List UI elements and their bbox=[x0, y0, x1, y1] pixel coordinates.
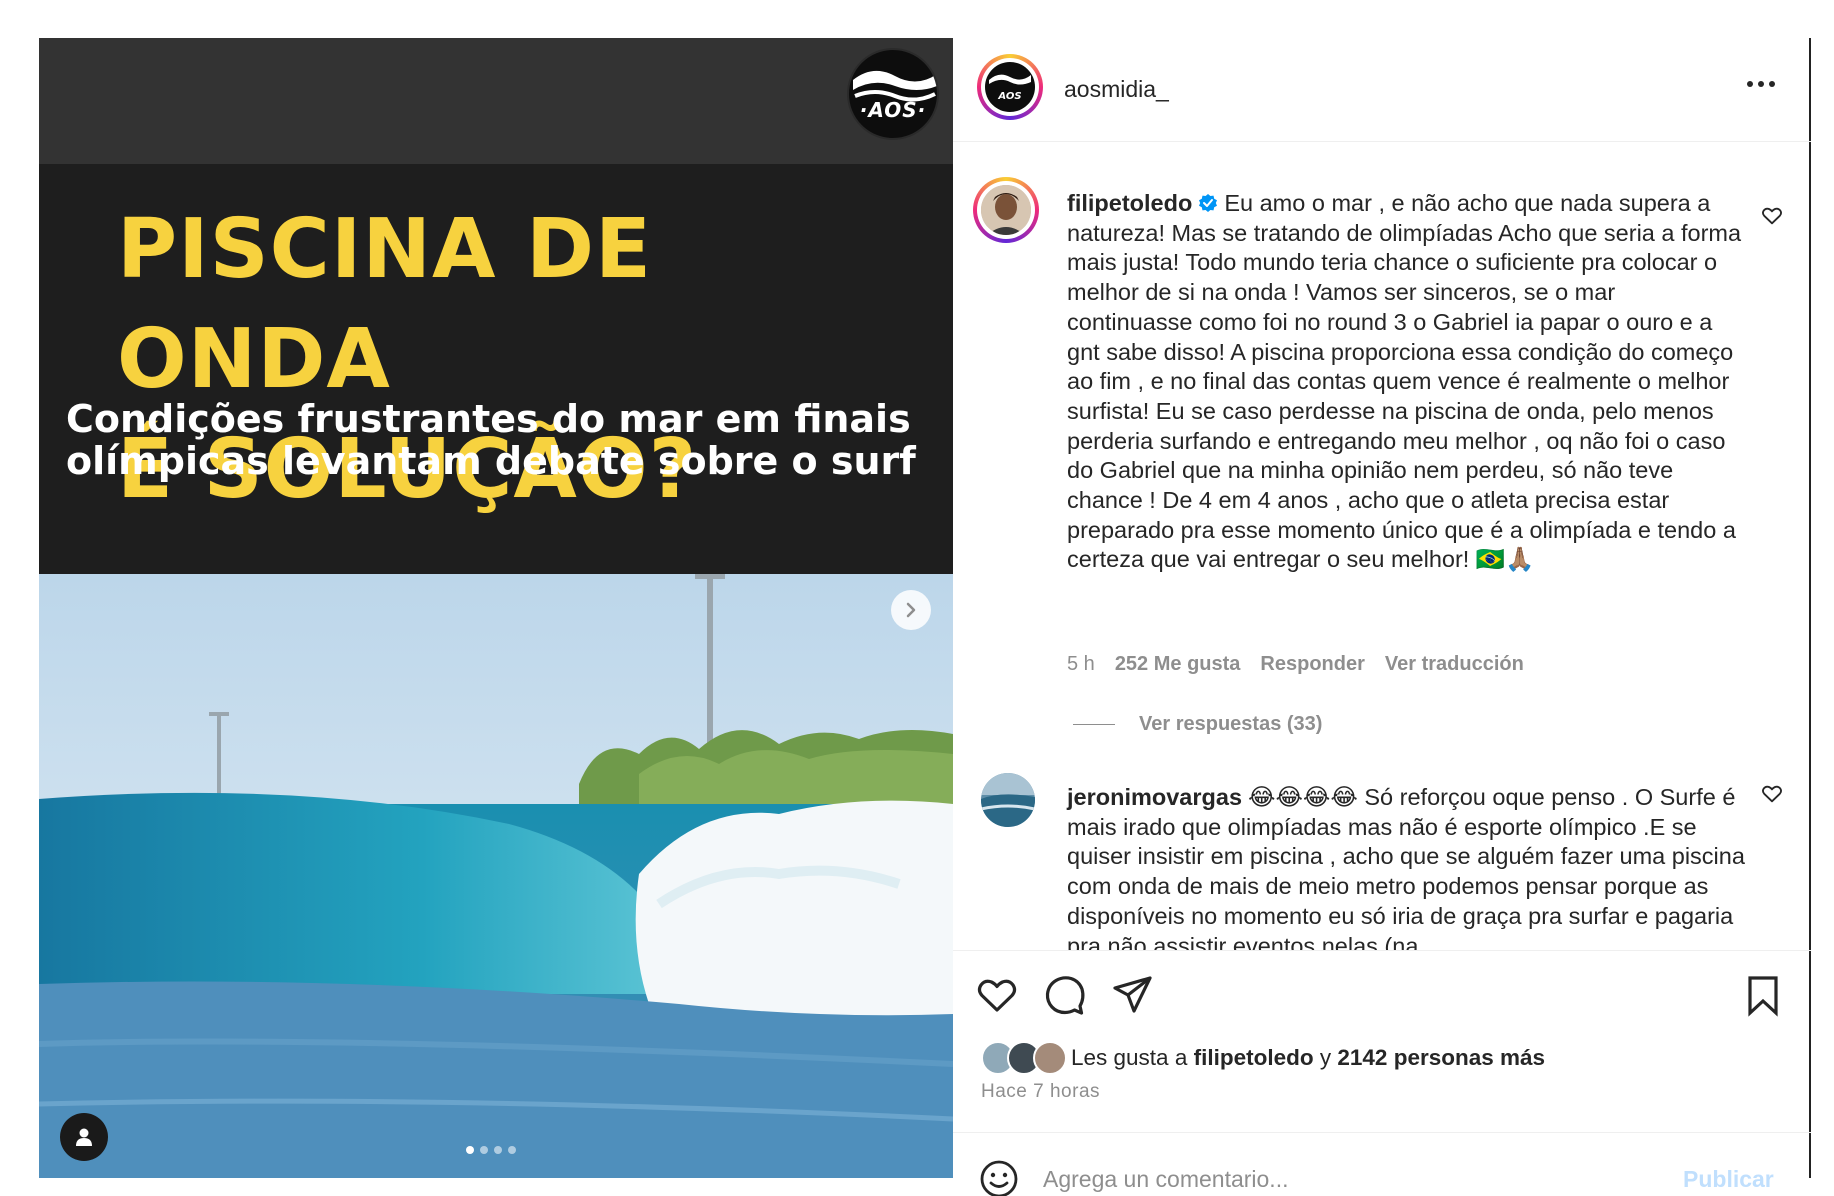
comment-text: Eu amo o mar , e não acho que nada super… bbox=[1067, 190, 1742, 573]
comment-username[interactable]: filipetoledo bbox=[1067, 190, 1192, 216]
likes-user[interactable]: filipetoledo bbox=[1194, 1045, 1314, 1071]
chevron-right-icon bbox=[906, 602, 916, 618]
author-username[interactable]: aosmidia_ bbox=[1064, 76, 1169, 103]
publish-button[interactable]: Publicar bbox=[1683, 1166, 1774, 1193]
post-timestamp: Hace 7 horas bbox=[981, 1081, 1101, 1102]
comment-input[interactable] bbox=[1043, 1161, 1643, 1196]
post-details-panel: AOS aosmidia_ filipetoledo Eu amo o mar … bbox=[953, 38, 1811, 1196]
carousel-dot bbox=[466, 1146, 474, 1154]
wave-pool-photo bbox=[39, 574, 953, 1178]
comment-time: 5 h bbox=[1067, 653, 1095, 675]
carousel-indicator bbox=[466, 1146, 516, 1154]
verified-badge-icon bbox=[1199, 194, 1218, 212]
more-options-icon[interactable] bbox=[1743, 74, 1779, 94]
like-heart-icon[interactable] bbox=[975, 973, 1019, 1017]
likes-summary[interactable]: Les gusta a filipetoledo y 2142 personas… bbox=[981, 1041, 1545, 1075]
logo-text: ·AOS· bbox=[859, 98, 927, 122]
tagged-users-button[interactable] bbox=[60, 1113, 108, 1161]
post-media[interactable]: ·AOS· PISCINA DE ONDA É SOLUÇÃO? Condiçõ… bbox=[39, 38, 953, 1178]
post-actions: Les gusta a filipetoledo y 2142 personas… bbox=[953, 950, 1811, 1132]
likes-conj: y bbox=[1319, 1045, 1332, 1070]
view-replies-label: Ver respuestas (33) bbox=[1139, 713, 1323, 735]
liker-avatar bbox=[1033, 1041, 1067, 1075]
user-icon bbox=[76, 1128, 92, 1146]
media-top-band bbox=[39, 38, 953, 164]
commenter-avatar[interactable] bbox=[981, 773, 1035, 827]
comment-username[interactable]: jeronimovargas bbox=[1067, 784, 1242, 810]
comment-meta: 5 h 252 Me gusta Responder Ver traducció… bbox=[1067, 653, 1524, 676]
carousel-dot bbox=[494, 1146, 502, 1154]
aos-logo: ·AOS· bbox=[847, 48, 939, 140]
liker-avatars bbox=[981, 1041, 1071, 1075]
post-header: AOS aosmidia_ bbox=[953, 38, 1811, 142]
save-bookmark-icon[interactable] bbox=[1741, 973, 1785, 1017]
share-send-icon[interactable] bbox=[1111, 973, 1155, 1017]
post-subhead: Condições frustrantes do mar em finais o… bbox=[66, 397, 916, 483]
translate-button[interactable]: Ver traducción bbox=[1385, 653, 1524, 676]
emoji-icon[interactable] bbox=[979, 1159, 1019, 1196]
svg-text:AOS: AOS bbox=[997, 91, 1021, 102]
add-comment-bar: Publicar bbox=[953, 1132, 1811, 1196]
author-avatar[interactable]: AOS bbox=[977, 54, 1043, 120]
carousel-dot bbox=[480, 1146, 488, 1154]
comment-body: filipetoledo Eu amo o mar , e não acho qu… bbox=[1067, 189, 1747, 575]
likes-others[interactable]: 2142 personas más bbox=[1337, 1045, 1545, 1071]
like-comment-heart-icon[interactable] bbox=[1761, 783, 1783, 805]
likes-prefix: Les gusta a bbox=[1071, 1045, 1188, 1070]
comment-likes[interactable]: 252 Me gusta bbox=[1115, 653, 1241, 676]
comments-list: filipetoledo Eu amo o mar , e não acho qu… bbox=[953, 143, 1811, 950]
view-replies-button[interactable]: Ver respuestas (33) bbox=[1073, 713, 1322, 736]
like-comment-heart-icon[interactable] bbox=[1761, 205, 1783, 227]
comment-bubble-icon[interactable] bbox=[1043, 973, 1087, 1017]
comment-body: jeronimovargas 😂😂😂😂 Só reforçou oque pens… bbox=[1067, 783, 1747, 950]
replies-divider bbox=[1073, 724, 1115, 725]
carousel-dot bbox=[508, 1146, 516, 1154]
commenter-avatar[interactable] bbox=[973, 177, 1039, 243]
reply-button[interactable]: Responder bbox=[1260, 653, 1364, 676]
next-slide-button[interactable] bbox=[891, 590, 931, 630]
